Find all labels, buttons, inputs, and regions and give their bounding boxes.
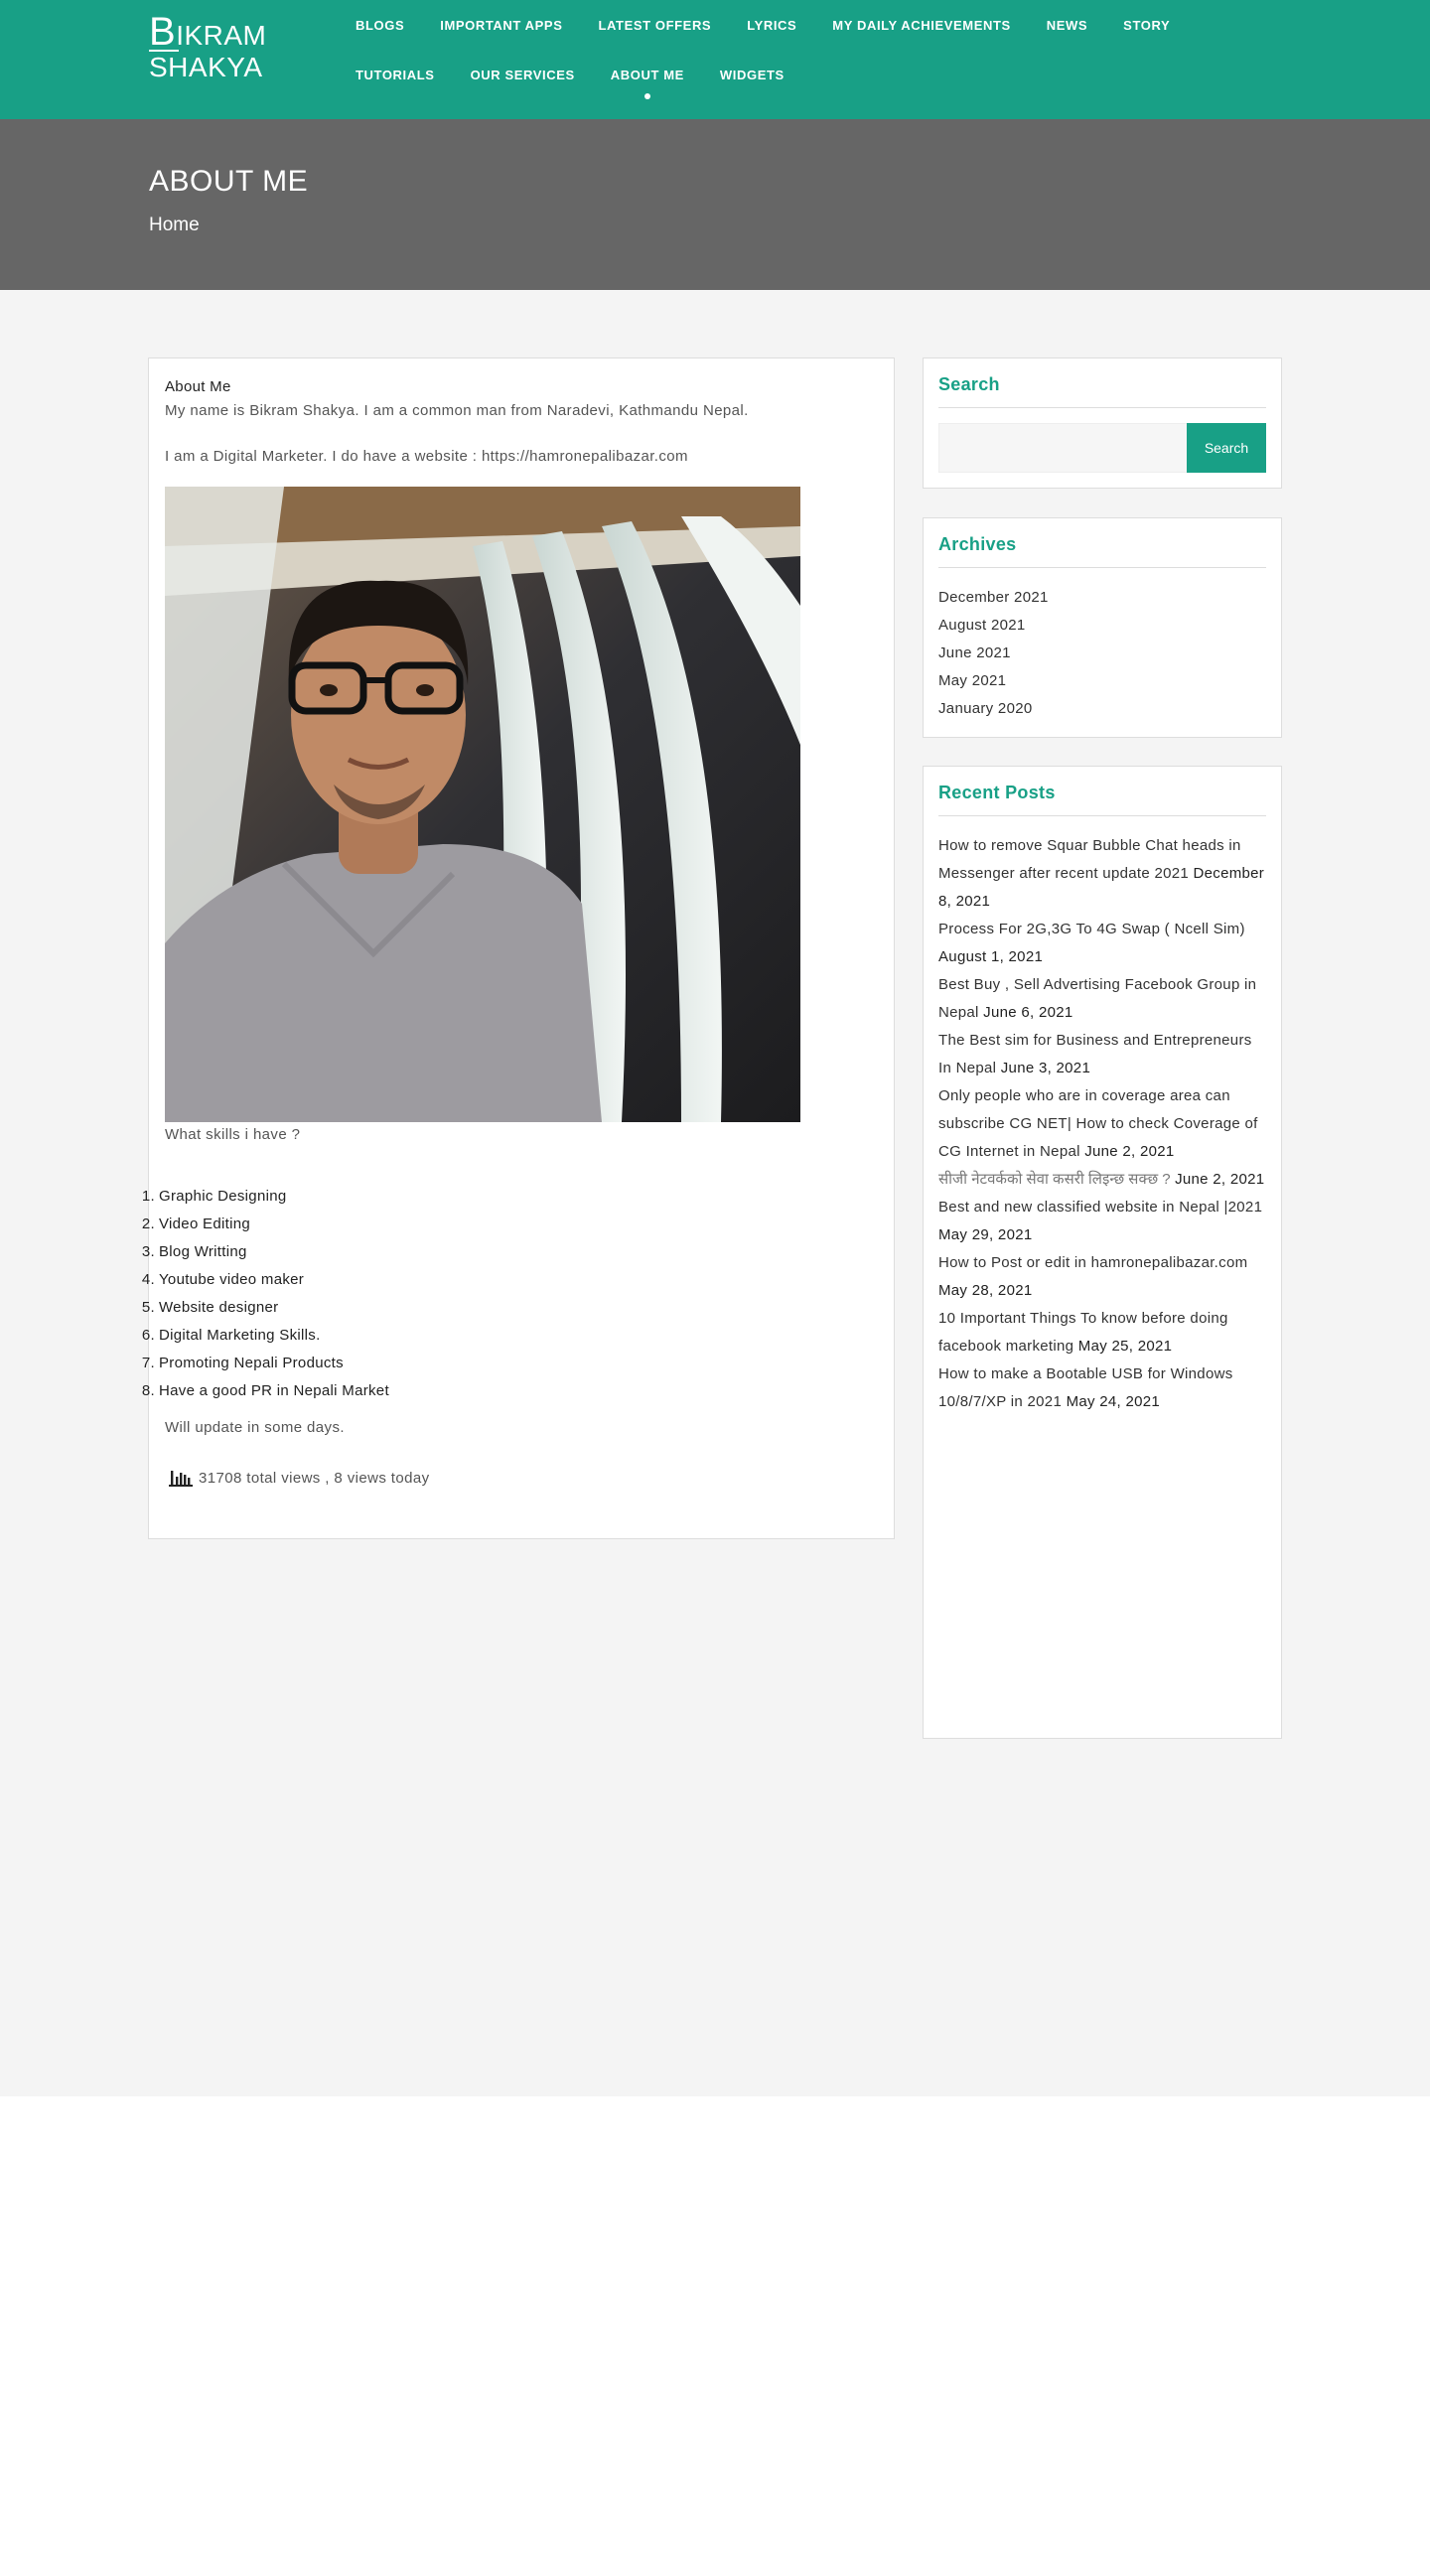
post-date: May 29, 2021 xyxy=(938,1226,1033,1243)
logo-first-name: IKRAM xyxy=(176,20,267,51)
list-item: सीजी नेटवर्कको सेवा कसरी लिइन्छ सक्छ ? J… xyxy=(938,1166,1266,1194)
nav-item-latest-offers[interactable]: LATEST OFFERS xyxy=(598,18,711,33)
post-date: June 6, 2021 xyxy=(983,1004,1073,1021)
recent-post-link[interactable]: The Best sim for Business and Entreprene… xyxy=(938,1032,1252,1076)
nav-item-blogs[interactable]: BLOGS xyxy=(356,18,404,33)
archive-link[interactable]: June 2021 xyxy=(938,640,1266,667)
search-widget: Search Search xyxy=(923,358,1282,489)
skills-heading: What skills i have ? xyxy=(165,1126,301,1143)
site-logo[interactable]: BIKRAM SHAKYA xyxy=(149,12,266,81)
list-item: 5. Website designer xyxy=(141,1299,279,1316)
recent-posts-list: How to remove Squar Bubble Chat heads in… xyxy=(938,832,1266,1416)
list-item: Best and new classified website in Nepal… xyxy=(938,1194,1266,1249)
view-count-text: 31708 total views , 8 views today xyxy=(199,1469,430,1487)
post-date: May 25, 2021 xyxy=(1077,1338,1173,1355)
post-date: June 2, 2021 xyxy=(1084,1143,1175,1160)
nav-item-about-me[interactable]: ABOUT ME xyxy=(611,68,684,99)
list-item: How to Post or edit in hamronepalibazar.… xyxy=(938,1249,1266,1305)
list-item: 2. Video Editing xyxy=(141,1216,251,1232)
article-body: About Me My name is Bikram Shakya. I am … xyxy=(165,378,870,1143)
archives-widget-title: Archives xyxy=(938,534,1266,568)
archive-link[interactable]: August 2021 xyxy=(938,612,1266,640)
page-title: ABOUT ME xyxy=(149,165,309,198)
archive-link[interactable]: January 2020 xyxy=(938,695,1266,723)
recent-posts-title: Recent Posts xyxy=(938,783,1266,816)
list-item: The Best sim for Business and Entreprene… xyxy=(938,1027,1266,1082)
nav-row-1: BLOGS IMPORTANT APPS LATEST OFFERS LYRIC… xyxy=(356,0,1249,50)
bar-chart-icon xyxy=(169,1471,193,1487)
post-date: June 2, 2021 xyxy=(1175,1171,1265,1188)
archive-link[interactable]: December 2021 xyxy=(938,584,1266,612)
nav-item-widgets[interactable]: WIDGETS xyxy=(720,68,785,82)
recent-posts-widget: Recent Posts How to remove Squar Bubble … xyxy=(923,766,1282,1739)
search-button[interactable]: Search xyxy=(1187,423,1266,473)
nav-item-lyrics[interactable]: LYRICS xyxy=(747,18,796,33)
search-input[interactable] xyxy=(938,423,1187,473)
list-item: 4. Youtube video maker xyxy=(141,1271,305,1288)
archive-list: December 2021 August 2021 June 2021 May … xyxy=(938,584,1266,723)
post-date: June 3, 2021 xyxy=(1000,1060,1091,1076)
list-item: How to make a Bootable USB for Windows 1… xyxy=(938,1360,1266,1416)
archives-widget: Archives December 2021 August 2021 June … xyxy=(923,517,1282,738)
profile-photo-image xyxy=(165,487,800,1122)
skills-list: 1. Graphic Designing 2. Video Editing 3. Bl… xyxy=(139,1183,389,1405)
list-item: 8. Have a good PR in Nepali Market xyxy=(141,1382,389,1399)
article-heading: About Me xyxy=(165,378,231,395)
logo-line-1: BIKRAM xyxy=(149,12,266,52)
list-item: 10 Important Things To know before doing… xyxy=(938,1305,1266,1360)
list-item: How to remove Squar Bubble Chat heads in… xyxy=(938,832,1266,916)
post-date: May 24, 2021 xyxy=(1066,1393,1161,1410)
recent-post-link[interactable]: सीजी नेटवर्कको सेवा कसरी लिइन्छ सक्छ ? xyxy=(938,1171,1171,1188)
nav-item-tutorials[interactable]: TUTORIALS xyxy=(356,68,435,82)
nav-item-story[interactable]: STORY xyxy=(1123,18,1170,33)
list-item: Process For 2G,3G To 4G Swap ( Ncell Sim… xyxy=(938,916,1266,971)
archive-link[interactable]: May 2021 xyxy=(938,667,1266,695)
post-date: August 1, 2021 xyxy=(938,948,1044,965)
site-header: BIKRAM SHAKYA BLOGS IMPORTANT APPS LATES… xyxy=(0,0,1430,119)
list-item: 3. Blog Writting xyxy=(141,1243,247,1260)
content-area: About Me My name is Bikram Shakya. I am … xyxy=(0,290,1430,2096)
list-item: 1. Graphic Designing xyxy=(141,1188,287,1205)
nav-item-my-daily-achievements[interactable]: MY DAILY ACHIEVEMENTS xyxy=(832,18,1010,33)
intro-paragraph: My name is Bikram Shakya. I am a common … xyxy=(165,402,749,419)
nav-item-important-apps[interactable]: IMPORTANT APPS xyxy=(440,18,562,33)
nav-item-our-services[interactable]: OUR SERVICES xyxy=(471,68,575,82)
breadcrumb-home[interactable]: Home xyxy=(149,215,200,236)
website-paragraph: I am a Digital Marketer. I do have a web… xyxy=(165,448,688,465)
recent-post-link[interactable]: Process For 2G,3G To 4G Swap ( Ncell Sim… xyxy=(938,921,1245,937)
nav-row-2: TUTORIALS OUR SERVICES ABOUT ME WIDGETS xyxy=(356,50,1249,99)
logo-line-2: SHAKYA xyxy=(149,50,266,81)
post-date: May 28, 2021 xyxy=(938,1282,1033,1299)
list-item: 7. Promoting Nepali Products xyxy=(141,1355,344,1371)
main-nav: BLOGS IMPORTANT APPS LATEST OFFERS LYRIC… xyxy=(356,0,1249,99)
search-widget-title: Search xyxy=(938,374,1266,408)
list-item: Best Buy , Sell Advertising Facebook Gro… xyxy=(938,971,1266,1027)
view-counter: 31708 total views , 8 views today xyxy=(169,1469,430,1487)
update-note: Will update in some days. xyxy=(165,1419,345,1436)
page-banner: ABOUT ME Home xyxy=(0,119,1430,290)
recent-post-link[interactable]: Best and new classified website in Nepal… xyxy=(938,1199,1262,1216)
profile-photo xyxy=(165,487,800,1122)
list-item: Only people who are in coverage area can… xyxy=(938,1082,1266,1166)
nav-item-news[interactable]: NEWS xyxy=(1047,18,1087,33)
recent-post-link[interactable]: How to Post or edit in hamronepalibazar.… xyxy=(938,1254,1247,1271)
list-item: 6. Digital Marketing Skills. xyxy=(141,1327,321,1344)
article-card: About Me My name is Bikram Shakya. I am … xyxy=(142,358,895,1539)
search-form: Search xyxy=(938,423,1266,473)
logo-initial: B xyxy=(149,10,177,54)
